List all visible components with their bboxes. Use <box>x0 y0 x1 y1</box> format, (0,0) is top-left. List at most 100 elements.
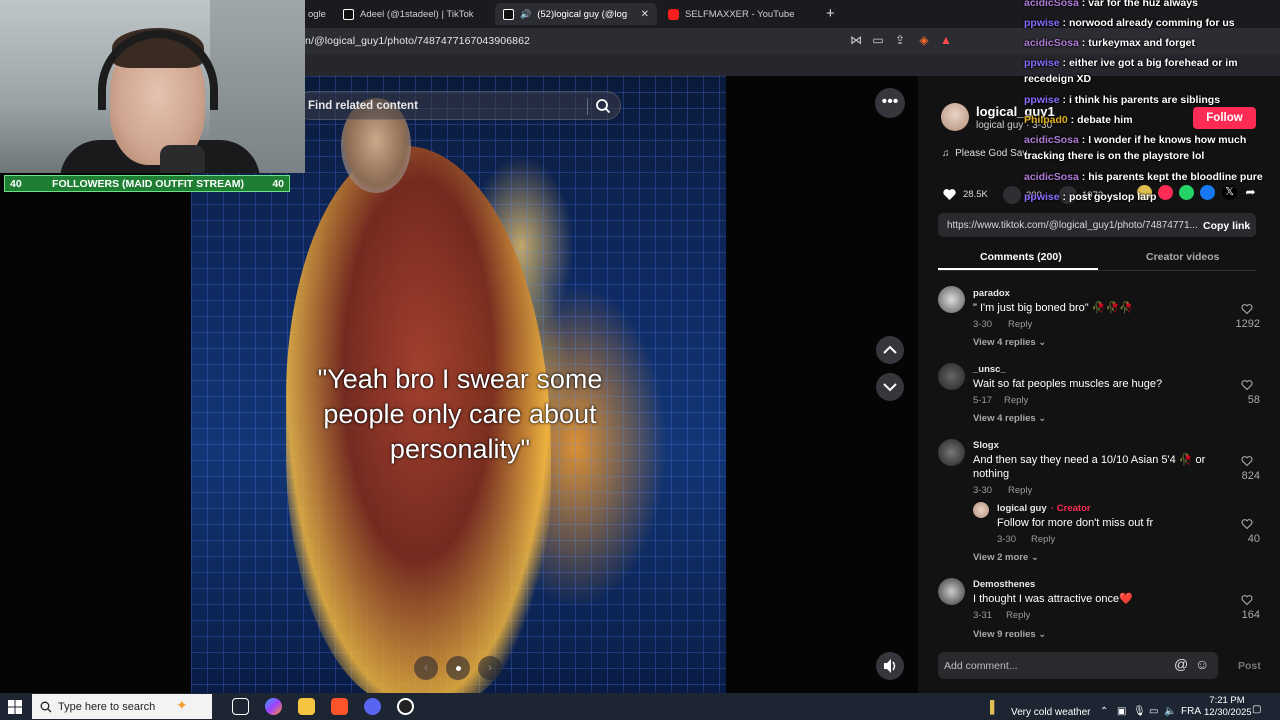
new-tab-button[interactable]: + <box>826 5 835 22</box>
youtube-icon <box>668 8 679 20</box>
like-heart-icon[interactable] <box>1241 518 1253 530</box>
commenter-avatar[interactable] <box>938 439 965 466</box>
screen-icon[interactable]: ▭ <box>871 33 885 47</box>
reply-button[interactable]: Reply <box>1031 534 1055 545</box>
reply-button[interactable]: Reply <box>1008 485 1032 496</box>
chat-message: acidicSosa : var for the huz always <box>1024 0 1280 11</box>
copy-link-button[interactable]: Copy link <box>1203 220 1250 232</box>
creator-username[interactable]: logical guy <box>997 503 1047 514</box>
view-replies-button[interactable]: View 4 replies ⌄ <box>973 337 1046 348</box>
microphone-icon[interactable]: 🎙 <box>1133 706 1146 717</box>
weather-text[interactable]: Very cold weather <box>1011 707 1091 718</box>
emoji-icon[interactable]: ☺ <box>1195 656 1209 672</box>
browser-tab-adeel[interactable]: Adeel (@1stadeel) | TikTok <box>335 3 490 25</box>
active-tab-underline <box>938 268 1098 270</box>
file-explorer-icon[interactable] <box>298 698 315 715</box>
network-icon[interactable]: ▭ <box>1149 706 1158 717</box>
tab-comments[interactable]: Comments (200) <box>980 251 1062 263</box>
volume-button[interactable] <box>876 652 904 680</box>
close-tab-icon[interactable]: ✕ <box>641 9 649 20</box>
notification-icon[interactable]: ▢ <box>1252 704 1261 715</box>
chat-message: Philpad0 : debate him <box>1024 114 1133 126</box>
like-heart-icon[interactable] <box>1241 379 1253 391</box>
comment-username[interactable]: _unsc_ <box>973 364 1006 375</box>
comment-text: Wait so fat peoples muscles are huge? <box>973 378 1163 390</box>
reply-button[interactable]: Reply <box>1004 395 1028 406</box>
more-options-button[interactable]: ••• <box>875 88 905 118</box>
discord-icon[interactable] <box>364 698 381 715</box>
brave-shield-icon[interactable]: ◈ <box>917 33 931 47</box>
view-more-replies-button[interactable]: View 2 more ⌄ <box>973 552 1039 563</box>
chat-message: acidicSosa : his parents kept the bloodl… <box>1024 171 1263 183</box>
clock-date: 12/30/2025 <box>1204 707 1252 718</box>
chat-message: ppwise : i think his parents are sibling… <box>1024 94 1221 106</box>
commenter-avatar[interactable] <box>938 578 965 605</box>
reader-icon[interactable]: ⋈ <box>849 33 863 47</box>
chat-username: acidicSosa <box>1024 0 1079 9</box>
carousel-prev-button[interactable]: ‹ <box>414 656 438 680</box>
language-indicator[interactable]: FRA <box>1181 706 1201 717</box>
like-heart-icon[interactable] <box>1241 455 1253 467</box>
reply-button[interactable]: Reply <box>1008 319 1032 330</box>
music-info[interactable]: ♫ Please God Sav <box>942 148 1027 159</box>
windows-start-icon[interactable] <box>8 700 22 714</box>
search-icon <box>40 701 52 713</box>
obs-icon[interactable] <box>397 698 414 715</box>
tab-label: (52)logical guy (@logical_guy <box>537 8 627 20</box>
comment-username[interactable]: paradox <box>973 288 1010 299</box>
comment-username[interactable]: Slogx <box>973 440 999 451</box>
author-avatar[interactable] <box>941 103 969 131</box>
comment-text: " I'm just big boned bro" 🥀🥀🥀 <box>973 302 1133 314</box>
rewards-icon[interactable]: ▲ <box>939 33 953 47</box>
carousel-next-button[interactable]: › <box>478 656 502 680</box>
next-video-button[interactable] <box>876 373 904 401</box>
search-divider <box>587 98 588 115</box>
view-replies-label: View 9 replies <box>973 629 1036 637</box>
like-heart-icon[interactable] <box>1241 303 1253 315</box>
reply-button[interactable]: Reply <box>1006 610 1030 621</box>
like-heart-icon[interactable] <box>1241 594 1253 606</box>
commenter-avatar[interactable] <box>938 286 965 313</box>
creator-avatar[interactable] <box>973 502 989 518</box>
chat-username: acidicSosa <box>1024 37 1079 49</box>
comment-input[interactable]: Add comment... @ ☺ <box>938 652 1218 679</box>
task-view-icon[interactable] <box>232 698 249 715</box>
browser-tab-youtube[interactable]: SELFMAXXER - YouTube <box>660 3 820 25</box>
comment-date: 3-31 <box>973 610 993 621</box>
post-button[interactable]: Post <box>1238 660 1261 672</box>
brave-browser-icon[interactable] <box>331 698 348 715</box>
volume-icon[interactable]: 🔈 <box>1164 706 1176 717</box>
view-replies-button[interactable]: View 9 replies ⌄ <box>973 629 1046 637</box>
browser-tab-logical-guy[interactable]: 🔊 (52)logical guy (@logical_guy ✕ <box>495 3 657 25</box>
tray-chevron-icon[interactable]: ⌃ <box>1100 706 1108 717</box>
taskbar-search[interactable]: Type here to search ✦ <box>32 694 212 719</box>
chat-text: his parents kept the bloodline pure <box>1088 171 1263 183</box>
tiktok-icon <box>503 8 514 20</box>
commenter-avatar[interactable] <box>938 363 965 390</box>
like-stat[interactable]: 28.5K <box>941 186 988 203</box>
followers-current: 40 <box>10 178 22 190</box>
previous-video-button[interactable] <box>876 336 904 364</box>
view-replies-button[interactable]: View 4 replies ⌄ <box>973 413 1046 424</box>
system-clock[interactable]: 7:21 PM 12/30/2025 <box>1204 695 1252 719</box>
comment-placeholder: Add comment... <box>944 660 1018 672</box>
url-text[interactable]: n/@logical_guy1/photo/748747716704390686… <box>305 35 530 47</box>
search-icon[interactable] <box>595 98 611 114</box>
search-highlight-icon: ✦ <box>176 697 188 713</box>
share-icon[interactable]: ⇪ <box>893 33 907 47</box>
comment-username[interactable]: Demosthenes <box>973 579 1035 590</box>
search-box[interactable]: Find related content <box>296 91 621 120</box>
music-title: Please God Sav <box>955 148 1028 159</box>
chat-message: acidicSosa : turkeymax and forget <box>1024 37 1195 49</box>
tray-app-icon[interactable]: ▣ <box>1117 706 1126 717</box>
tab-creator-videos[interactable]: Creator videos <box>1146 251 1220 263</box>
mention-icon[interactable]: @ <box>1174 656 1188 672</box>
comment-date: 3-30 <box>973 319 993 330</box>
tab-label: Adeel (@1stadeel) | TikTok <box>360 8 474 20</box>
browser-tab-google[interactable]: ogle <box>300 3 335 25</box>
followers-goal-label: FOLLOWERS (MAID OUTFIT STREAM) <box>52 178 244 190</box>
link-url[interactable]: https://www.tiktok.com/@logical_guy1/pho… <box>947 220 1198 231</box>
creator-reply: logical guy · Creator Follow for more do… <box>962 502 1268 548</box>
copilot-icon[interactable] <box>265 698 282 715</box>
comment-text: And then say they need a 10/10 Asian 5'4… <box>973 454 1206 480</box>
